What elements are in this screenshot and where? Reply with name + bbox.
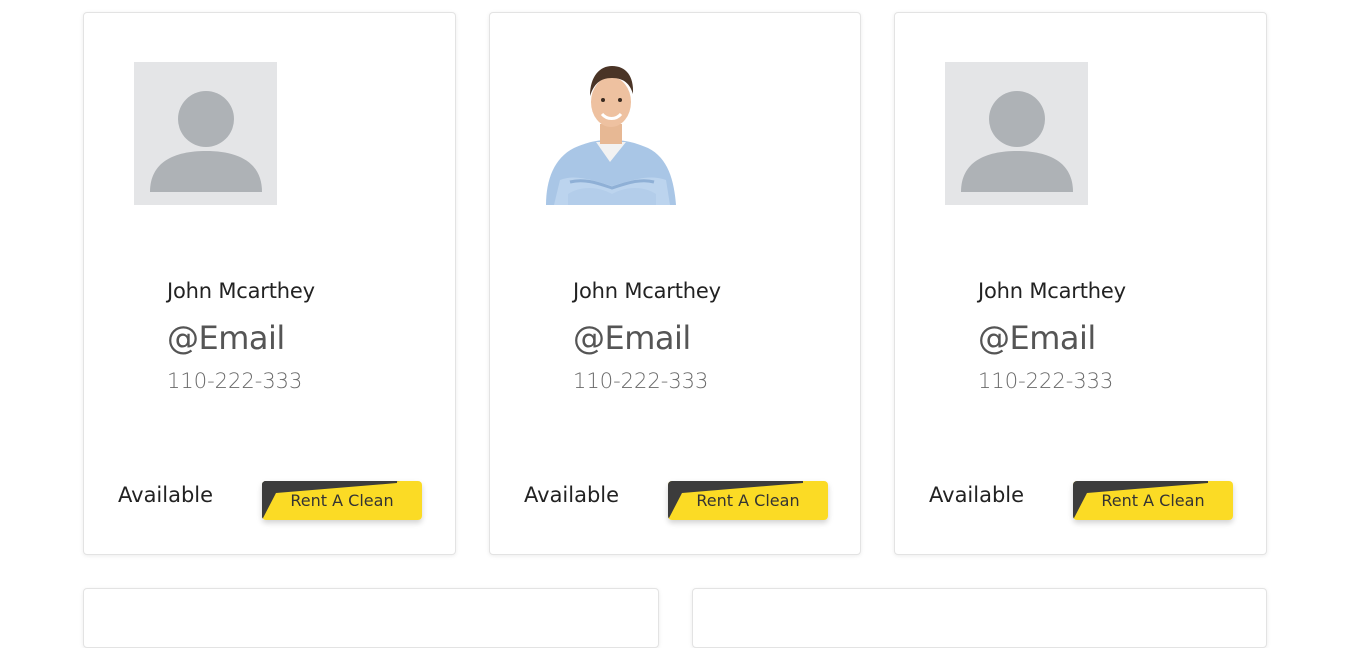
profile-phone: 110-222-333 bbox=[167, 369, 303, 393]
profile-name: John Mcarthey bbox=[978, 279, 1126, 303]
profile-email: @Email bbox=[978, 319, 1096, 357]
profile-card: John Mcarthey @Email 110-222-333 Availab… bbox=[489, 12, 861, 555]
profile-card-wide bbox=[83, 588, 659, 648]
rent-a-clean-button[interactable]: Rent A Clean bbox=[1073, 481, 1233, 520]
profile-card-wide bbox=[692, 588, 1267, 648]
availability-status: Available bbox=[118, 483, 214, 507]
profile-email: @Email bbox=[573, 319, 691, 357]
availability-status: Available bbox=[929, 483, 1025, 507]
availability-status: Available bbox=[524, 483, 620, 507]
rent-a-clean-button[interactable]: Rent A Clean bbox=[668, 481, 828, 520]
man-photo bbox=[540, 62, 683, 205]
profile-phone: 110-222-333 bbox=[978, 369, 1114, 393]
rent-a-clean-label: Rent A Clean bbox=[1101, 491, 1205, 510]
rent-a-clean-label: Rent A Clean bbox=[696, 491, 800, 510]
profile-name: John Mcarthey bbox=[167, 279, 315, 303]
profile-card: John Mcarthey @Email 110-222-333 Availab… bbox=[894, 12, 1267, 555]
profile-email: @Email bbox=[167, 319, 285, 357]
placeholder-avatar-icon bbox=[945, 62, 1088, 205]
rent-a-clean-label: Rent A Clean bbox=[290, 491, 394, 510]
profile-card: John Mcarthey @Email 110-222-333 Availab… bbox=[83, 12, 456, 555]
placeholder-avatar-icon bbox=[134, 62, 277, 205]
profile-name: John Mcarthey bbox=[573, 279, 721, 303]
profile-phone: 110-222-333 bbox=[573, 369, 709, 393]
rent-a-clean-button[interactable]: Rent A Clean bbox=[262, 481, 422, 520]
